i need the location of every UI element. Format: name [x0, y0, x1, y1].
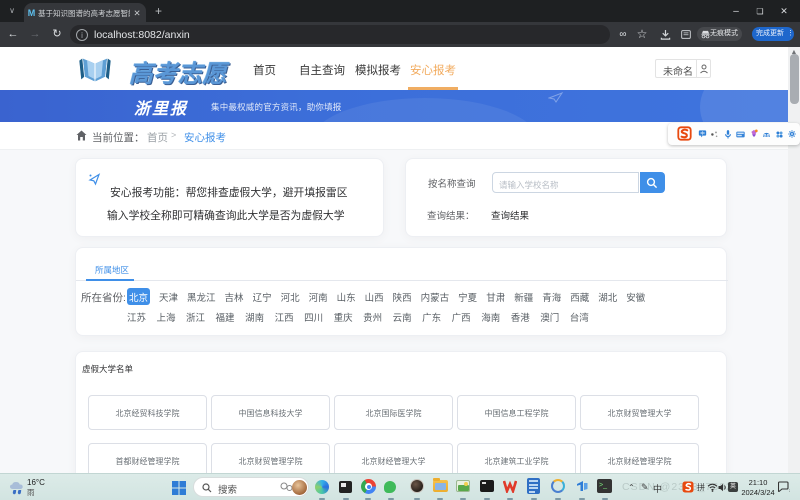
svg-text:中: 中: [700, 130, 704, 137]
svg-text:3: 3: [789, 488, 790, 493]
